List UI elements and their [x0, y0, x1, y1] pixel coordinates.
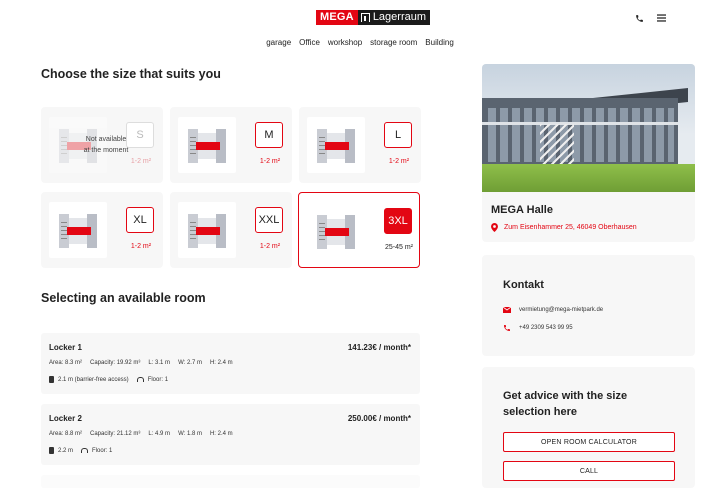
- size-label: 3XL: [384, 208, 412, 234]
- size-thumb: [178, 202, 236, 258]
- door-icon: [49, 376, 54, 383]
- size-card-xl[interactable]: XL 1-2 m²: [41, 192, 163, 268]
- size-area: 1-2 m²: [130, 158, 152, 165]
- contact-card: Kontakt vermietung@mega-mietpark.de +49 …: [482, 255, 695, 356]
- size-label: S: [126, 122, 154, 148]
- floor-icon: [81, 448, 89, 453]
- room-height: H: 2.4 m: [209, 431, 233, 437]
- room-features: 2.1 m (barrier-free access) Floor: 1: [49, 376, 168, 383]
- nav-building[interactable]: Building: [425, 38, 453, 47]
- room-width: W: 1.8 m: [178, 431, 202, 437]
- size-area: 1-2 m²: [259, 243, 281, 250]
- hall-address[interactable]: Zum Eisenhammer 25, 46049 Oberhausen: [491, 223, 637, 232]
- advice-title-line1: Get advice with the size: [503, 390, 628, 402]
- map-pin-icon: [491, 223, 498, 232]
- size-label: XXL: [255, 207, 283, 233]
- size-thumb: [49, 202, 107, 258]
- room-features: 2.2 m Floor: 1: [49, 447, 112, 454]
- room-dimensions: Area: 8.8 m² Capacity: 21.12 m³ L: 4.9 m…: [49, 431, 233, 437]
- contact-email[interactable]: vermietung@mega-mietpark.de: [503, 307, 603, 313]
- floor-icon: [136, 377, 144, 382]
- advice-title: Get advice with the size selection here: [503, 388, 627, 420]
- room-door: 2.2 m: [58, 447, 74, 454]
- size-card-l[interactable]: L 1-2 m²: [299, 107, 421, 183]
- size-card-s: Not available at the moment S 1-2 m²: [41, 107, 163, 183]
- rooms-section-title: Selecting an available room: [41, 291, 206, 305]
- phone-icon: [504, 325, 510, 331]
- size-area: 1-2 m²: [259, 158, 281, 165]
- site-header: MEGA Lagerraum garage Office workshop st…: [0, 0, 720, 56]
- storage-door-icon: [360, 13, 370, 22]
- size-label: L: [384, 122, 412, 148]
- room-height: H: 2.4 m: [209, 360, 233, 366]
- size-area: 1-2 m²: [130, 243, 152, 250]
- room-card-locker-2[interactable]: Locker 2 250.00€ / month* Area: 8.8 m² C…: [41, 404, 420, 465]
- room-length: L: 3.1 m: [148, 360, 171, 366]
- sizes-section-title: Choose the size that suits you: [41, 67, 221, 81]
- logo-lagerraum: Lagerraum: [357, 10, 431, 25]
- size-card-m[interactable]: M 1-2 m²: [170, 107, 292, 183]
- room-name: Locker 1: [49, 343, 82, 352]
- nav-workshop[interactable]: workshop: [328, 38, 362, 47]
- room-width: W: 2.7 m: [178, 360, 202, 366]
- hall-name: MEGA Halle: [491, 204, 553, 216]
- open-room-calculator-button[interactable]: OPEN ROOM CALCULATOR: [503, 432, 675, 452]
- contact-email-text: vermietung@mega-mietpark.de: [519, 307, 604, 313]
- size-thumb: [307, 203, 365, 259]
- room-price: 141.23€ / month*: [347, 343, 411, 352]
- logo-mega: MEGA: [316, 10, 358, 25]
- room-door: 2.1 m (barrier-free access): [58, 376, 129, 383]
- door-icon: [49, 447, 54, 454]
- room-capacity: Capacity: 21.12 m³: [90, 431, 141, 437]
- room-area: Area: 8.8 m²: [49, 431, 83, 437]
- contact-phone-text: +49 2309 543 99 95: [519, 325, 573, 331]
- room-capacity: Capacity: 19.92 m³: [90, 360, 141, 366]
- not-available-line2: at the moment: [83, 147, 129, 154]
- size-area: 1-2 m²: [388, 158, 410, 165]
- call-button[interactable]: CALL: [503, 461, 675, 481]
- not-available-line1: Not available: [85, 136, 127, 143]
- main-nav: garage Office workshop storage room Buil…: [0, 38, 720, 47]
- contact-title: Kontakt: [503, 279, 544, 291]
- size-card-xxl[interactable]: XXL 1-2 m²: [170, 192, 292, 268]
- room-name: Locker 2: [49, 414, 82, 423]
- room-floor: Floor: 1: [147, 376, 169, 383]
- room-area: Area: 8.3 m²: [49, 360, 83, 366]
- size-area: 25-45 m²: [384, 244, 413, 251]
- hamburger-menu-icon[interactable]: [654, 11, 668, 25]
- not-available-note: Not available at the moment: [81, 134, 131, 156]
- room-card-locker-1[interactable]: Locker 1 141.23€ / month* Area: 8.3 m² C…: [41, 333, 420, 394]
- room-floor: Floor: 1: [92, 447, 113, 454]
- room-card-partial[interactable]: [41, 475, 420, 488]
- size-thumb: [307, 117, 365, 173]
- size-label: M: [255, 122, 283, 148]
- nav-garage[interactable]: garage: [266, 38, 291, 47]
- advice-title-line2: selection here: [503, 406, 577, 418]
- mail-icon: [503, 307, 511, 313]
- room-price: 250.00€ / month*: [347, 414, 411, 423]
- contact-phone[interactable]: +49 2309 543 99 95: [503, 324, 573, 332]
- building-photo: [482, 64, 695, 192]
- nav-storage-room[interactable]: storage room: [370, 38, 417, 47]
- size-label: XL: [126, 207, 154, 233]
- logo-lagerraum-text: Lagerraum: [372, 11, 427, 23]
- location-card: MEGA Halle Zum Eisenhammer 25, 46049 Obe…: [482, 64, 695, 242]
- room-length: L: 4.9 m: [148, 431, 171, 437]
- room-dimensions: Area: 8.3 m² Capacity: 19.92 m³ L: 3.1 m…: [49, 360, 233, 366]
- site-logo[interactable]: MEGA Lagerraum: [316, 10, 431, 25]
- phone-icon[interactable]: [632, 11, 646, 25]
- advice-card: Get advice with the size selection here …: [482, 367, 695, 488]
- hall-address-text: Zum Eisenhammer 25, 46049 Oberhausen: [504, 224, 637, 231]
- size-thumb: [178, 117, 236, 173]
- size-card-3xl[interactable]: 3XL 25-45 m²: [298, 192, 420, 268]
- nav-office[interactable]: Office: [299, 38, 320, 47]
